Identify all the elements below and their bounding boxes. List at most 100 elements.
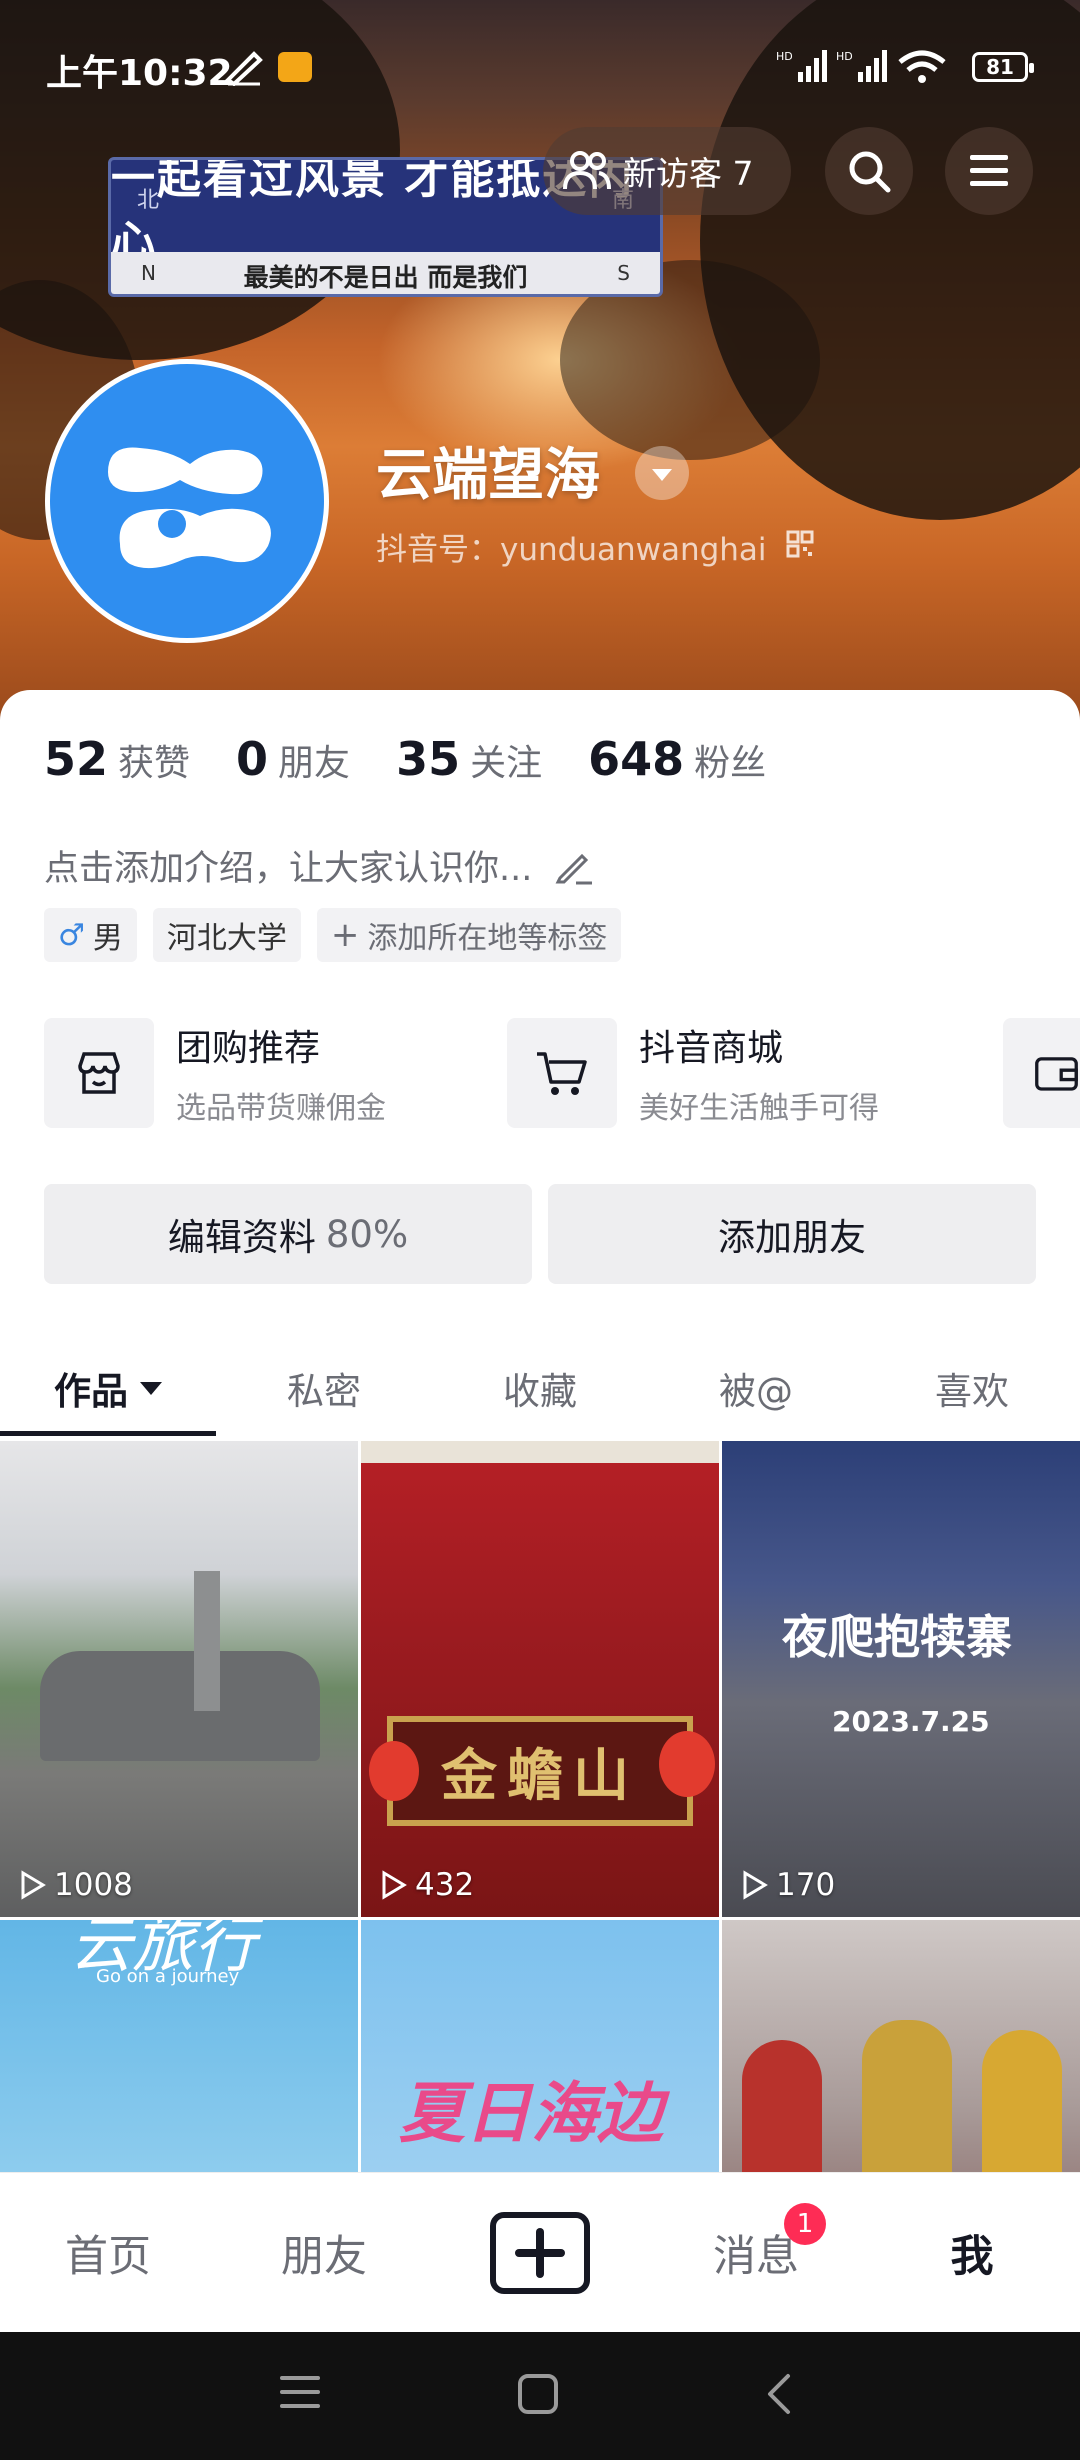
account-switch-button[interactable] bbox=[635, 446, 689, 500]
play-icon bbox=[21, 1870, 46, 1900]
stat-following[interactable]: 35 关注 bbox=[396, 732, 542, 786]
tab-favorites[interactable]: 收藏 bbox=[432, 1340, 648, 1436]
avatar-image bbox=[50, 364, 324, 638]
stat-likes[interactable]: 52 获赞 bbox=[44, 732, 190, 786]
tab-label: 被@ bbox=[719, 1370, 793, 1413]
stat-value: 0 bbox=[236, 732, 269, 786]
search-button[interactable] bbox=[825, 127, 913, 215]
stat-followers[interactable]: 648 粉丝 bbox=[588, 732, 766, 786]
video-date-text: 2023.7.25 bbox=[832, 1705, 990, 1738]
tags-row: ♂ 男 河北大学 + 添加所在地等标签 bbox=[44, 908, 637, 962]
service-mall[interactable]: 抖音商城 美好生活触手可得 bbox=[507, 1018, 879, 1128]
roof-trim bbox=[361, 1441, 719, 1463]
pencil-icon bbox=[555, 853, 592, 885]
sign-s: S bbox=[617, 261, 630, 285]
person bbox=[982, 2030, 1062, 2180]
hamburger-icon bbox=[970, 155, 1008, 186]
sign-n: N bbox=[141, 261, 156, 285]
person bbox=[862, 2020, 952, 2180]
tab-label: 私密 bbox=[287, 1370, 361, 1413]
stat-value: 648 bbox=[588, 732, 685, 786]
edit-note-icon bbox=[224, 51, 263, 86]
stats-row: 52 获赞 0 朋友 35 关注 648 粉丝 bbox=[44, 732, 812, 792]
tab-likes[interactable]: 喜欢 bbox=[864, 1340, 1080, 1436]
nav-create[interactable] bbox=[432, 2173, 648, 2333]
add-friend-label: 添加朋友 bbox=[718, 1216, 866, 1259]
sign-line2: 最美的不是日出 而是我们 bbox=[243, 263, 528, 292]
tab-label: 喜欢 bbox=[935, 1370, 1009, 1413]
edit-profile-button[interactable]: 编辑资料 80% bbox=[44, 1184, 532, 1284]
nav-messages[interactable]: 消息 1 bbox=[648, 2173, 864, 2333]
school-tag[interactable]: 河北大学 bbox=[152, 908, 301, 962]
video-thumbnail[interactable]: 金蟾山 432 bbox=[361, 1441, 719, 1917]
battery-level: 81 bbox=[986, 55, 1014, 79]
service-title: 团购推荐 bbox=[176, 1028, 321, 1069]
recents-menu-icon[interactable] bbox=[278, 2372, 322, 2412]
wifi-icon bbox=[898, 50, 946, 83]
svg-text:HD: HD bbox=[776, 50, 793, 63]
view-count: 1008 bbox=[16, 1867, 133, 1903]
tab-mentions[interactable]: 被@ bbox=[648, 1340, 864, 1436]
status-bar: 上午10:32 HD HD 81 bbox=[0, 0, 1080, 132]
person bbox=[742, 2040, 822, 2180]
view-count: 432 bbox=[377, 1867, 474, 1903]
stat-friends[interactable]: 0 朋友 bbox=[236, 732, 350, 786]
service-group-buy[interactable]: 团购推荐选品带货赚佣金 bbox=[44, 1018, 386, 1128]
view-count-value: 432 bbox=[415, 1867, 475, 1903]
video-thumbnail[interactable]: 夜爬抱犊寨 2023.7.25 170 bbox=[722, 1441, 1080, 1917]
plus-icon bbox=[490, 2212, 590, 2294]
messages-badge: 1 bbox=[784, 2203, 826, 2245]
sign-north: 北 bbox=[137, 188, 160, 213]
play-icon bbox=[382, 1870, 407, 1900]
notification-icon bbox=[278, 52, 312, 82]
video-overlay-text: 金蟾山 bbox=[441, 1743, 639, 1809]
male-icon: ♂ bbox=[58, 917, 85, 953]
back-icon[interactable] bbox=[760, 2372, 796, 2416]
service-wallet[interactable] bbox=[1003, 1018, 1080, 1128]
tab-label: 收藏 bbox=[503, 1370, 577, 1413]
service-subtitle: 选品带货赚佣金 bbox=[176, 1091, 386, 1126]
add-tag-label: 添加所在地等标签 bbox=[367, 921, 608, 956]
video-overlay-subtext: Go on a journey bbox=[96, 1966, 240, 1987]
home-square-icon[interactable] bbox=[516, 2372, 560, 2416]
profile-screen: 一起看过风景 才能抵达内心 北 南 最美的不是日出 而是我们 N S 上午10:… bbox=[0, 0, 1080, 2460]
profile-name[interactable]: 云端望海 bbox=[376, 430, 600, 511]
stat-value: 35 bbox=[396, 732, 461, 786]
new-visitors-button[interactable]: 新访客 7 bbox=[543, 127, 791, 215]
menu-button[interactable] bbox=[945, 127, 1033, 215]
visitors-icon bbox=[563, 151, 611, 190]
lantern bbox=[369, 1741, 419, 1801]
svg-text:HD: HD bbox=[836, 50, 853, 63]
stat-label: 获赞 bbox=[118, 743, 191, 784]
avatar[interactable] bbox=[45, 359, 329, 643]
add-tag-button[interactable]: + 添加所在地等标签 bbox=[316, 908, 622, 962]
bio-add-intro[interactable]: 点击添加介绍，让大家认识你... bbox=[44, 840, 594, 891]
douyin-id[interactable]: 抖音号：yunduanwanghai bbox=[376, 524, 767, 569]
store-icon bbox=[44, 1018, 154, 1128]
plaque: 金蟾山 bbox=[387, 1716, 693, 1826]
dropdown-icon bbox=[140, 1381, 162, 1395]
view-count-value: 170 bbox=[776, 1867, 836, 1903]
tab-private[interactable]: 私密 bbox=[216, 1340, 432, 1436]
nav-label: 首页 bbox=[65, 2232, 151, 2282]
gender-tag[interactable]: ♂ 男 bbox=[44, 908, 137, 962]
tab-works[interactable]: 作品 bbox=[0, 1340, 216, 1436]
nav-home[interactable]: 首页 bbox=[0, 2173, 216, 2333]
qr-code-icon[interactable] bbox=[786, 530, 814, 558]
add-friend-button[interactable]: 添加朋友 bbox=[548, 1184, 1036, 1284]
stat-label: 粉丝 bbox=[694, 743, 767, 784]
cloud-logo-icon bbox=[108, 447, 271, 569]
bio-placeholder: 点击添加介绍，让大家认识你... bbox=[44, 849, 533, 889]
tab-indicator bbox=[0, 1431, 216, 1436]
play-icon bbox=[743, 1870, 768, 1900]
gender-label: 男 bbox=[92, 921, 123, 956]
wallet-icon bbox=[1003, 1018, 1080, 1128]
nav-friends[interactable]: 朋友 bbox=[216, 2173, 432, 2333]
video-thumbnail[interactable]: 1008 bbox=[0, 1441, 358, 1917]
view-count: 170 bbox=[738, 1867, 835, 1903]
nav-label: 朋友 bbox=[281, 2232, 367, 2282]
nav-me[interactable]: 我 bbox=[864, 2173, 1080, 2333]
tower bbox=[194, 1571, 220, 1711]
battery-icon: 81 bbox=[972, 52, 1034, 82]
stat-value: 52 bbox=[44, 732, 109, 786]
